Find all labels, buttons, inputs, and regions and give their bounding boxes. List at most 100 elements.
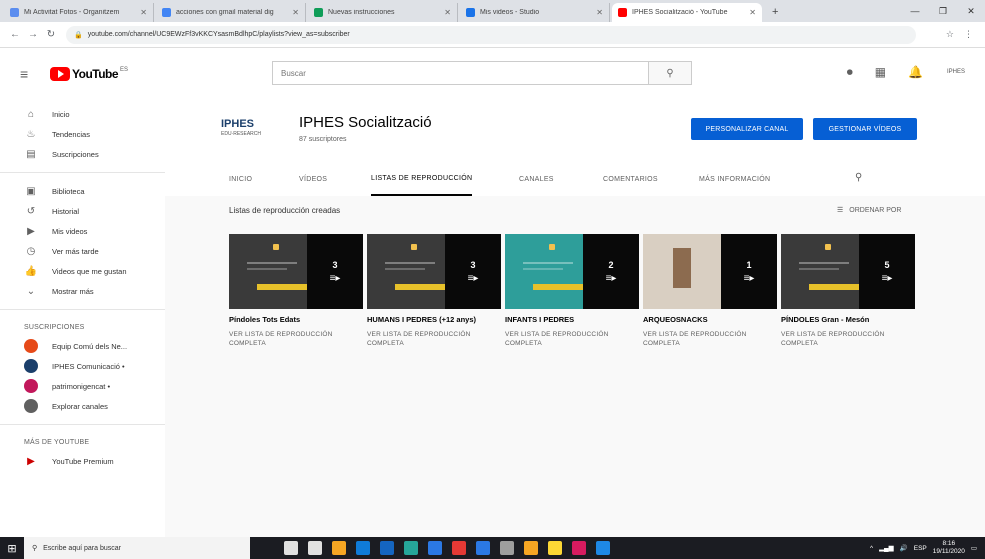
tray-arrow-icon[interactable]: ^ (870, 545, 873, 552)
playlist-card[interactable]: 3 ≡▸ Píndoles Tots Edats VER LISTA DE REPRO… (229, 234, 363, 348)
customize-channel-button[interactable]: PERSONALIZAR CANAL (691, 118, 803, 140)
browser-tab[interactable]: acciones con gmail material dig ✕ (156, 3, 306, 22)
playlist-title[interactable]: PÍNDOLES Gran - Mesón (781, 315, 915, 324)
tab-close-icon[interactable]: ✕ (444, 8, 451, 17)
view-full-playlist-link[interactable]: VER LISTA DE REPRODUCCIÓN COMPLETA (781, 330, 915, 348)
browser-tab[interactable]: IPHES Socialització - YouTube ✕ (612, 3, 762, 22)
url-field[interactable]: 🔒 youtube.com/channel/UC9EWzFf3vKKCYsasm… (66, 25, 916, 44)
view-full-playlist-link[interactable]: VER LISTA DE REPRODUCCIÓN COMPLETA (229, 330, 363, 348)
playlist-card[interactable]: 5 ≡▸ PÍNDOLES Gran - Mesón VER LISTA DE REP… (781, 234, 915, 348)
channel-tab[interactable]: VÍDEOS (299, 162, 327, 196)
create-video-icon[interactable]: ⏺ (847, 65, 853, 80)
channel-tab[interactable]: COMENTARIOS (603, 162, 658, 196)
youtube-logo[interactable]: YouTube ES (50, 67, 128, 81)
volume-icon[interactable]: 🔊 (900, 544, 908, 552)
playlist-title[interactable]: ARQUEOSNACKS (643, 315, 777, 324)
tab-close-icon[interactable]: ✕ (749, 8, 756, 17)
playlist-video-count: 5 (884, 259, 890, 270)
taskbar-app-icon[interactable] (308, 541, 322, 555)
notifications-icon[interactable]: 🔔 (908, 65, 923, 79)
menu-icon[interactable]: ≡ (20, 66, 42, 82)
playlist-title[interactable]: HUMANS I PEDRES (+12 anys) (367, 315, 501, 324)
sidebar-item[interactable]: ⌂ Inicio (0, 104, 165, 124)
taskbar-search-field[interactable]: ⚲ Escribe aquí para buscar (24, 537, 250, 559)
taskbar-app-icon[interactable] (572, 541, 586, 555)
subscription-item[interactable]: patrimonigencat • (0, 376, 165, 396)
close-window-icon[interactable]: ✕ (957, 0, 985, 22)
taskbar-app-icon[interactable] (548, 541, 562, 555)
sort-icon: ☰ (837, 207, 844, 214)
playlist-thumbnail[interactable]: 3 ≡▸ (229, 234, 363, 309)
channel-search-icon[interactable]: ⚲ (855, 172, 862, 183)
star-icon[interactable]: ☆ (946, 29, 954, 40)
search-icon[interactable]: ⚲ (648, 61, 692, 85)
windows-start-icon[interactable]: ⊞ (0, 537, 24, 559)
taskbar-app-icon[interactable] (524, 541, 538, 555)
apps-icon[interactable]: ▦ (875, 65, 886, 79)
view-full-playlist-link[interactable]: VER LISTA DE REPRODUCCIÓN COMPLETA (505, 330, 639, 348)
browser-tab[interactable]: Mis videos - Studio ✕ (460, 3, 610, 22)
playlist-title[interactable]: Píndoles Tots Edats (229, 315, 363, 324)
sidebar-item[interactable]: ◷ Ver más tarde (0, 241, 165, 261)
notification-center-icon[interactable]: ▭ (971, 544, 977, 552)
forward-icon[interactable]: → (24, 29, 42, 40)
clock[interactable]: 8:16 19/11/2020 (933, 540, 965, 556)
subscription-label: IPHES Comunicació • (52, 361, 125, 371)
playlist-card[interactable]: 1 ≡▸ ARQUEOSNACKS VER LISTA DE REPRODUCCIÓN… (643, 234, 777, 348)
maximize-icon[interactable]: ❐ (929, 0, 957, 22)
subscriber-count: 87 suscriptores (299, 136, 347, 143)
channel-tab[interactable]: INICIO (229, 162, 252, 196)
language-indicator[interactable]: ESP (914, 545, 927, 552)
subscription-item[interactable]: IPHES Comunicació • (0, 356, 165, 376)
playlist-thumbnail[interactable]: 1 ≡▸ (643, 234, 777, 309)
taskbar-app-icon[interactable] (452, 541, 466, 555)
view-full-playlist-link[interactable]: VER LISTA DE REPRODUCCIÓN COMPLETA (367, 330, 501, 348)
sidebar-item[interactable]: ▶ Mis videos (0, 221, 165, 241)
avatar[interactable]: IPHES (945, 64, 967, 80)
taskbar-app-icon[interactable] (476, 541, 490, 555)
sidebar-item[interactable]: 👍 Videos que me gustan (0, 261, 165, 281)
playlist-title[interactable]: INFANTS I PEDRES (505, 315, 639, 324)
sidebar-item[interactable]: ▣ Biblioteca (0, 181, 165, 201)
taskbar-app-icon[interactable] (332, 541, 346, 555)
manage-videos-button[interactable]: GESTIONAR VÍDEOS (813, 118, 917, 140)
channel-tab[interactable]: CANALES (519, 162, 554, 196)
sidebar-item-label: Tendencias (52, 129, 90, 139)
taskbar-app-icon[interactable] (404, 541, 418, 555)
playlist-thumbnail[interactable]: 5 ≡▸ (781, 234, 915, 309)
playlist-card[interactable]: 3 ≡▸ HUMANS I PEDRES (+12 anys) VER LISTA D… (367, 234, 501, 348)
sidebar-item[interactable]: ↺ Historial (0, 201, 165, 221)
playlist-thumbnail[interactable]: 3 ≡▸ (367, 234, 501, 309)
subscription-item[interactable]: Explorar canales (0, 396, 165, 416)
new-tab-icon[interactable]: + (764, 3, 786, 22)
sort-button[interactable]: ☰ ORDENAR POR (837, 206, 901, 215)
channel-tab[interactable]: MÁS INFORMACIÓN (699, 162, 770, 196)
browser-tab[interactable]: Mi Activitat Fotos - Organitzem ✕ (4, 3, 154, 22)
back-icon[interactable]: ← (6, 29, 24, 40)
playlist-card[interactable]: 2 ≡▸ INFANTS I PEDRES VER LISTA DE REPRODUC… (505, 234, 639, 348)
taskbar-app-icon[interactable] (284, 541, 298, 555)
taskbar-app-icon[interactable] (380, 541, 394, 555)
minimize-icon[interactable]: — (901, 0, 929, 22)
channel-tab[interactable]: LISTAS DE REPRODUCCIÓN (371, 162, 473, 196)
taskbar-app-icon[interactable] (500, 541, 514, 555)
tab-close-icon[interactable]: ✕ (292, 8, 299, 17)
reload-icon[interactable]: ↻ (42, 29, 60, 40)
view-full-playlist-link[interactable]: VER LISTA DE REPRODUCCIÓN COMPLETA (643, 330, 777, 348)
sidebar-item[interactable]: ▤ Suscripciones (0, 144, 165, 164)
sidebar-item-label: Mis videos (52, 226, 88, 236)
playlist-thumbnail[interactable]: 2 ≡▸ (505, 234, 639, 309)
sidebar-item[interactable]: ⌄ Mostrar más (0, 281, 165, 301)
tab-close-icon[interactable]: ✕ (596, 8, 603, 17)
taskbar-app-icon[interactable] (596, 541, 610, 555)
tab-close-icon[interactable]: ✕ (140, 8, 147, 17)
taskbar-app-icon[interactable] (356, 541, 370, 555)
sidebar-item[interactable]: ▶ YouTube Premium (0, 451, 165, 471)
taskbar-app-icon[interactable] (428, 541, 442, 555)
sidebar-item[interactable]: ♨ Tendencias (0, 124, 165, 144)
browser-menu-icon[interactable]: ⋮ (964, 29, 973, 40)
browser-tab[interactable]: Nuevas instrucciones ✕ (308, 3, 458, 22)
network-icon[interactable]: ▂▄▆ (879, 544, 894, 552)
search-input[interactable] (272, 61, 648, 85)
subscription-item[interactable]: Equip Comú dels Ne... (0, 336, 165, 356)
